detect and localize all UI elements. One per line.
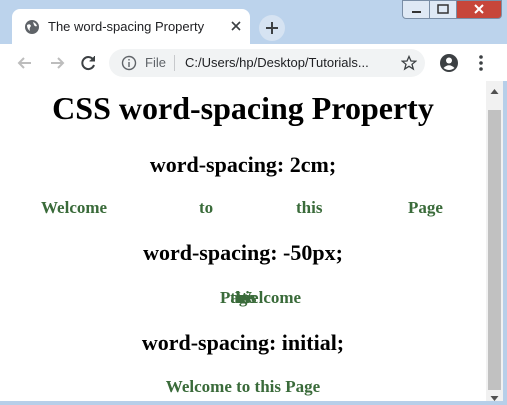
- reload-icon[interactable]: [77, 52, 99, 74]
- section2-heading: word-spacing: -50px;: [143, 240, 343, 265]
- minimize-button[interactable]: [402, 0, 430, 19]
- toolbar: File C:/Users/hp/Desktop/Tutorials...: [0, 44, 507, 81]
- tab-title: The word-spacing Property: [48, 19, 205, 34]
- section1-word: to: [199, 198, 214, 217]
- browser-window: The word-spacing Property File C:/Users/…: [0, 0, 507, 405]
- section1-heading: word-spacing: 2cm;: [149, 152, 337, 177]
- account-icon[interactable]: [438, 52, 460, 74]
- star-icon[interactable]: [401, 55, 417, 71]
- address-divider: [174, 55, 175, 71]
- plus-icon: [266, 22, 278, 34]
- section1-sample: Welcome to this Page: [0, 198, 486, 220]
- page-title: CSS word-spacing Property: [52, 90, 434, 126]
- minimize-icon: [412, 11, 421, 13]
- maximize-button[interactable]: [429, 0, 457, 19]
- vertical-scrollbar[interactable]: [486, 81, 503, 401]
- tab-active[interactable]: The word-spacing Property: [12, 9, 250, 44]
- tab-strip: The word-spacing Property: [0, 0, 507, 44]
- window-border: [503, 81, 507, 405]
- new-tab-button[interactable]: [259, 15, 285, 41]
- window-border: [0, 401, 507, 405]
- section2-sample: Welcome to this Page: [0, 288, 486, 310]
- url-text[interactable]: C:/Users/hp/Desktop/Tutorials...: [185, 55, 369, 70]
- section1-word: this: [296, 198, 323, 217]
- close-icon[interactable]: [228, 18, 244, 34]
- scrollbar-thumb[interactable]: [488, 110, 501, 390]
- menu-icon[interactable]: [470, 52, 492, 74]
- url-scheme: File: [145, 55, 166, 70]
- maximize-icon: [437, 4, 449, 14]
- section2-word: Page: [220, 288, 255, 307]
- section1-word: Welcome: [41, 198, 108, 217]
- close-icon: [474, 4, 484, 14]
- section3-sample: Welcome to this Page: [165, 377, 321, 396]
- section3-heading: word-spacing: initial;: [141, 330, 345, 355]
- window-close-button[interactable]: [456, 0, 502, 19]
- scroll-up-icon[interactable]: [490, 87, 499, 96]
- address-bar[interactable]: File C:/Users/hp/Desktop/Tutorials...: [109, 49, 425, 77]
- page-viewport: CSS word-spacing Property word-spacing: …: [0, 81, 486, 401]
- forward-icon[interactable]: [46, 52, 68, 74]
- globe-icon: [25, 20, 39, 34]
- window-controls: [402, 0, 502, 20]
- info-icon[interactable]: [121, 55, 137, 71]
- section1-word: Page: [408, 198, 443, 217]
- back-icon[interactable]: [14, 52, 36, 74]
